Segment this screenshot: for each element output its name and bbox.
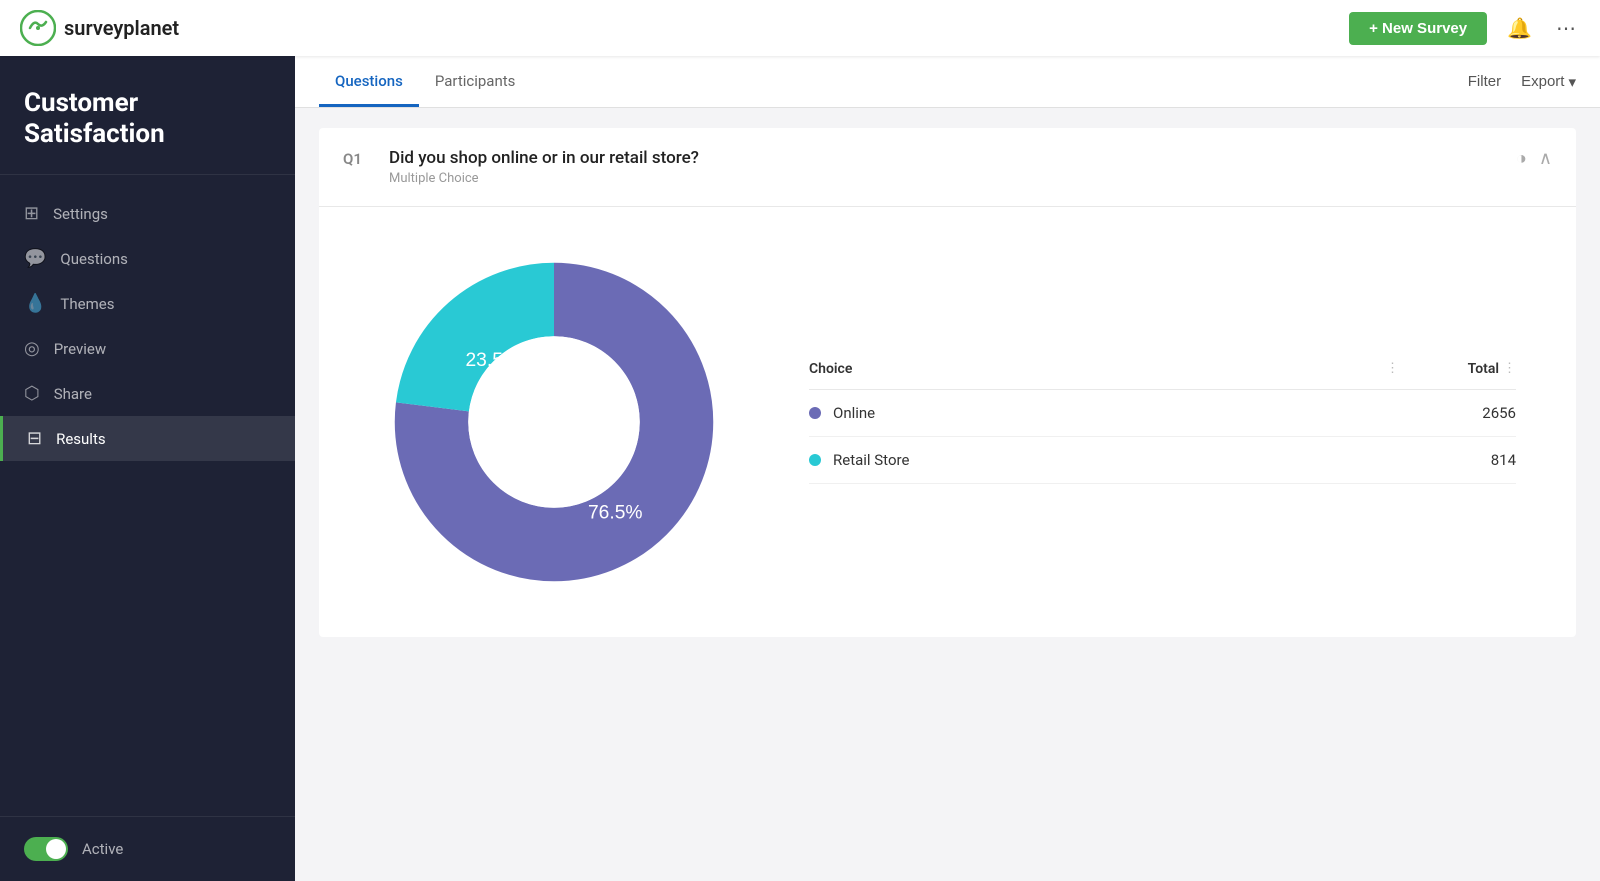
online-total: 2656	[1416, 404, 1516, 422]
notifications-icon[interactable]: 🔔	[1503, 12, 1536, 45]
question-header: Q1 Did you shop online or in our retail …	[319, 128, 1576, 207]
legend-header: Choice ⋮ Total ⋮	[809, 361, 1516, 390]
legend-row-retail: Retail Store 814	[809, 437, 1516, 484]
choice-header: Choice	[809, 361, 1382, 377]
content-area: Q1 Did you shop online or in our retail …	[295, 108, 1600, 881]
chart-area: 76.5% 23.5% Choice ⋮ Total ⋮	[319, 207, 1576, 637]
active-toggle[interactable]	[24, 837, 68, 861]
sidebar-item-preview[interactable]: ◎ Preview	[0, 326, 295, 371]
retail-total: 814	[1416, 451, 1516, 469]
sidebar-item-themes[interactable]: 💧 Themes	[0, 281, 295, 326]
question-card: Q1 Did you shop online or in our retail …	[319, 128, 1576, 637]
active-label: Active	[82, 840, 123, 858]
question-text: Did you shop online or in our retail sto…	[389, 148, 1500, 168]
total-sort-icon[interactable]: ⋮	[1503, 361, 1516, 376]
sidebar-label-questions: Questions	[60, 250, 127, 268]
retail-dot	[809, 454, 821, 466]
tabs: Questions Participants	[319, 58, 531, 106]
donut-chart: 76.5% 23.5%	[379, 247, 729, 597]
logo-icon	[20, 10, 56, 46]
sidebar-item-share[interactable]: ⬡ Share	[0, 371, 295, 416]
donut-svg: 76.5% 23.5%	[379, 247, 729, 597]
questions-icon: 💬	[24, 248, 46, 269]
choice-sort-icon[interactable]: ⋮	[1386, 361, 1399, 376]
question-number: Q1	[343, 148, 373, 168]
legend-table: Choice ⋮ Total ⋮ Online 2656	[809, 361, 1516, 484]
new-survey-button[interactable]: + New Survey	[1349, 12, 1487, 45]
sidebar-label-preview: Preview	[54, 340, 106, 358]
chart-icon[interactable]: ◑	[1516, 148, 1527, 169]
tab-bar: Questions Participants Filter Export ▾	[295, 56, 1600, 108]
sidebar-item-questions[interactable]: 💬 Questions	[0, 236, 295, 281]
collapse-icon[interactable]: ∧	[1539, 148, 1552, 169]
topnav-right: + New Survey 🔔 ⋯	[1349, 12, 1580, 45]
tab-participants[interactable]: Participants	[419, 58, 532, 107]
logo: surveyplanet	[20, 10, 179, 46]
online-label: Online	[833, 404, 1416, 422]
themes-icon: 💧	[24, 293, 46, 314]
survey-title: Customer Satisfaction	[0, 56, 295, 175]
svg-text:76.5%: 76.5%	[588, 502, 643, 523]
main-layout: Customer Satisfaction ⊞ Settings 💬 Quest…	[0, 56, 1600, 881]
sidebar-label-themes: Themes	[60, 295, 114, 313]
sidebar-label-settings: Settings	[53, 205, 108, 223]
sidebar-item-results[interactable]: ⊟ Results	[0, 416, 295, 461]
main-content: Questions Participants Filter Export ▾ Q…	[295, 56, 1600, 881]
tab-questions[interactable]: Questions	[319, 58, 419, 107]
top-nav: surveyplanet + New Survey 🔔 ⋯	[0, 0, 1600, 56]
total-header: Total	[1399, 361, 1499, 377]
preview-icon: ◎	[24, 338, 40, 359]
question-subtext: Multiple Choice	[389, 171, 1500, 186]
question-actions: ◑ ∧	[1516, 148, 1552, 169]
export-button[interactable]: Export ▾	[1521, 73, 1576, 91]
results-icon: ⊟	[27, 428, 42, 449]
sidebar-item-settings[interactable]: ⊞ Settings	[0, 191, 295, 236]
sidebar-bottom: Active	[0, 816, 295, 881]
svg-text:23.5%: 23.5%	[465, 350, 520, 371]
legend-row-online: Online 2656	[809, 390, 1516, 437]
sidebar-nav: ⊞ Settings 💬 Questions 💧 Themes ◎ Previe…	[0, 175, 295, 816]
share-icon: ⬡	[24, 383, 40, 404]
more-options-icon[interactable]: ⋯	[1552, 12, 1580, 45]
filter-button[interactable]: Filter	[1468, 73, 1501, 90]
chevron-down-icon: ▾	[1568, 73, 1576, 91]
online-dot	[809, 407, 821, 419]
toggle-thumb	[46, 839, 66, 859]
sidebar-label-share: Share	[54, 385, 92, 403]
sidebar-label-results: Results	[56, 430, 106, 448]
question-text-block: Did you shop online or in our retail sto…	[389, 148, 1500, 186]
sidebar: Customer Satisfaction ⊞ Settings 💬 Quest…	[0, 56, 295, 881]
app-name: surveyplanet	[64, 16, 179, 40]
tab-actions: Filter Export ▾	[1468, 73, 1576, 91]
settings-icon: ⊞	[24, 203, 39, 224]
retail-label: Retail Store	[833, 451, 1416, 469]
